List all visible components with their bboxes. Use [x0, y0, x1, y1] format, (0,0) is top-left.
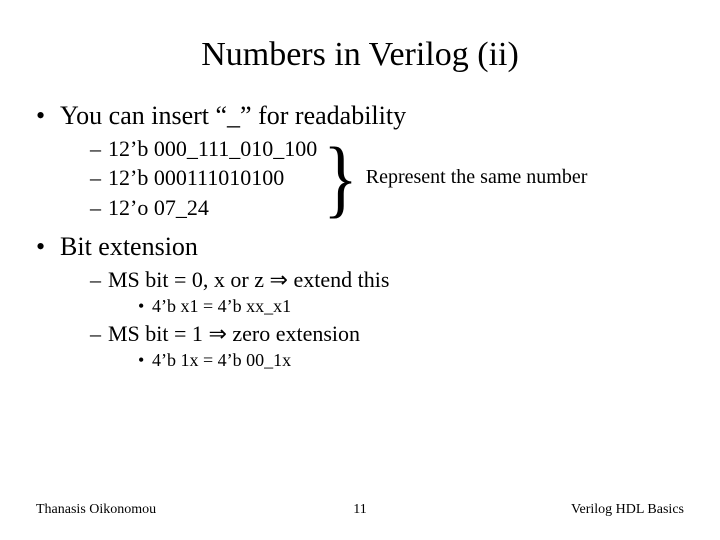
- footer-topic: Verilog HDL Basics: [571, 502, 684, 518]
- example-item: 12’b 000_111_010_100: [90, 135, 317, 163]
- slide-title: Numbers in Verilog (ii): [0, 0, 720, 92]
- implies-icon: ⇒: [208, 321, 226, 346]
- sub-text-post: extend this: [288, 267, 389, 292]
- readability-examples: 12’b 000_111_010_100 12’b 000111010100 1…: [60, 135, 317, 222]
- example-item: 12’o 07_24: [90, 194, 317, 222]
- slide: Numbers in Verilog (ii) You can insert “…: [0, 0, 720, 540]
- bullet-readability: You can insert “_” for readability 12’b …: [36, 100, 684, 223]
- sub-text-post: zero extension: [227, 321, 360, 346]
- bullet-bitext-text: Bit extension: [60, 232, 198, 261]
- curly-brace-icon: }: [317, 135, 366, 221]
- sub-text-pre: MS bit = 1: [108, 321, 208, 346]
- implies-icon: ⇒: [270, 267, 288, 292]
- bitext-sub-item: MS bit = 1 ⇒ zero extension 4’b 1x = 4’b…: [90, 320, 684, 372]
- bitext-example: 4’b x1 = 4’b xx_x1: [138, 295, 684, 318]
- footer-author: Thanasis Oikonomou: [36, 502, 156, 518]
- bitext-sub-item: MS bit = 0, x or z ⇒ extend this 4’b x1 …: [90, 266, 684, 318]
- footer-page-number: 11: [353, 502, 366, 518]
- bullet-bitext: Bit extension MS bit = 0, x or z ⇒ exten…: [36, 231, 684, 372]
- slide-footer: Thanasis Oikonomou 11 Verilog HDL Basics: [0, 502, 720, 518]
- readability-row: 12’b 000_111_010_100 12’b 000111010100 1…: [60, 133, 684, 224]
- bitext-example: 4’b 1x = 4’b 00_1x: [138, 349, 684, 372]
- sub-text-pre: MS bit = 0, x or z: [108, 267, 270, 292]
- bullet-readability-text: You can insert “_” for readability: [60, 101, 406, 130]
- brace-label: Represent the same number: [366, 165, 588, 190]
- slide-body: You can insert “_” for readability 12’b …: [0, 100, 720, 372]
- example-item: 12’b 000111010100: [90, 164, 317, 192]
